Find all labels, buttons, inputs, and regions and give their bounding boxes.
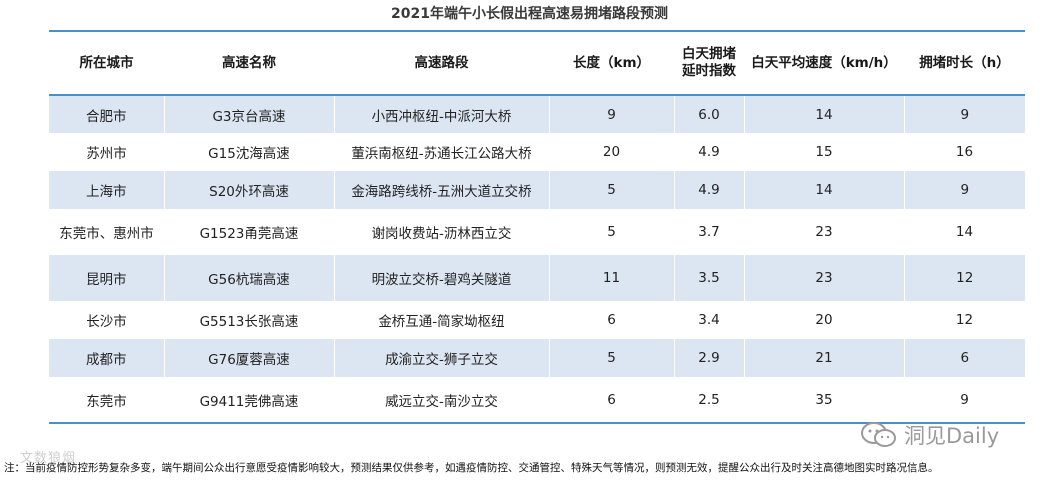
table-row: 上海市 S20外环高速 金海路跨线桥-五洲大道立交桥 5 4.9 14 9: [49, 171, 1025, 209]
cell-delay-index: 3.5: [673, 255, 744, 301]
cell-speed: 23: [743, 255, 904, 301]
cell-city: 苏州市: [86, 146, 127, 162]
cell-segment: 成渝立交-狮子立交: [333, 339, 549, 377]
table-row: 昆明市 G56杭瑞高速 明波立交桥-碧鸡关隧道 11 3.5 23 12: [49, 255, 1025, 301]
header-duration: 拥堵时长（h）: [919, 54, 1010, 71]
footnote: 注：当前疫情防控形势复杂多变，端午期间公众出行意愿受疫情影响较大，预测结果仅供参…: [4, 462, 939, 474]
table-title: 2021年端午小长假出程高速易拥堵路段预测: [391, 6, 668, 22]
cell-delay-index: 4.9: [673, 171, 744, 209]
cell-duration: 14: [955, 224, 974, 240]
cell-city: 长沙市: [86, 314, 127, 330]
cell-length: 5: [548, 339, 674, 377]
header-segment: 高速路段: [414, 54, 469, 71]
header-row: 所在城市 高速名称 高速路段 长度（km） 白天拥堵 延时指数 白天平均速度（k…: [49, 31, 1025, 95]
cell-length: 20: [602, 144, 621, 160]
cell-city: 昆明市: [86, 272, 127, 288]
cell-city: 上海市: [86, 184, 127, 200]
cell-speed: 14: [743, 95, 904, 133]
cell-delay-index: 4.9: [698, 144, 720, 160]
cell-city: 合肥市: [86, 108, 127, 125]
cell-delay-index: 3.4: [698, 312, 720, 328]
cell-segment: 谢岗收费站-沥林西立交: [371, 226, 512, 242]
table-row: 东莞市 G9411莞佛高速 威远立交-南沙立交 6 2.5 35 9: [49, 377, 1025, 423]
table-row: 成都市 G76厦蓉高速 成渝立交-狮子立交 5 2.9 21 6: [49, 339, 1025, 377]
cell-length: 6: [607, 391, 616, 408]
cell-segment: 明波立交桥-碧鸡关隧道: [333, 255, 549, 301]
header-highway: 高速名称: [222, 54, 276, 71]
wechat-logo-icon: [860, 421, 898, 449]
cell-highway: G9411莞佛高速: [199, 393, 299, 410]
cell-highway: G3京台高速: [163, 95, 334, 133]
cell-speed: 20: [815, 312, 833, 328]
cell-duration: 16: [955, 144, 974, 160]
cell-delay-index: 2.9: [673, 339, 744, 377]
cell-speed: 14: [743, 171, 904, 209]
header-city: 所在城市: [79, 54, 134, 71]
watermark: 洞见Daily: [860, 420, 999, 450]
header-length: 长度（km）: [572, 54, 651, 71]
cell-segment: 金海路跨线桥-五洲大道立交桥: [333, 171, 549, 209]
cell-segment: 小西冲枢纽-中派河大桥: [333, 95, 549, 133]
cell-speed: 23: [815, 224, 833, 240]
congestion-table: 所在城市 高速名称 高速路段 长度（km） 白天拥堵 延时指数 白天平均速度（k…: [49, 30, 1025, 424]
cell-city: 成都市: [86, 352, 127, 368]
cell-highway: S20外环高速: [163, 171, 334, 209]
cell-segment: 威远立交-南沙立交: [385, 393, 498, 410]
cell-speed: 21: [743, 339, 904, 377]
cell-duration: 9: [903, 95, 1025, 133]
cell-segment: 金桥互通-简家坳枢纽: [378, 314, 505, 330]
cell-duration: 9: [903, 171, 1025, 209]
cell-length: 5: [607, 224, 616, 240]
cell-highway: G76厦蓉高速: [163, 339, 334, 377]
cell-duration: 12: [955, 312, 974, 328]
cell-city: 东莞市: [86, 393, 127, 410]
cell-duration: 9: [960, 391, 969, 408]
table-row: 苏州市 G15沈海高速 董浜南枢纽-苏通长江公路大桥 20 4.9 15 16: [49, 133, 1025, 171]
cell-speed: 15: [815, 144, 833, 160]
cell-segment: 董浜南枢纽-苏通长江公路大桥: [351, 146, 532, 162]
cell-duration: 12: [903, 255, 1025, 301]
cell-speed: 35: [815, 391, 833, 408]
cell-length: 9: [548, 95, 674, 133]
header-delay-index: 白天拥堵 延时指数: [682, 46, 736, 79]
table-row: 东莞市、惠州市 G1523甬莞高速 谢岗收费站-沥林西立交 5 3.7 23 1…: [49, 209, 1025, 255]
header-speed: 白天平均速度（km/h）: [751, 54, 897, 71]
cell-length: 6: [607, 312, 616, 328]
cell-duration: 6: [903, 339, 1025, 377]
cell-highway: G15沈海高速: [208, 146, 290, 162]
cell-delay-index: 3.7: [698, 224, 720, 240]
cell-delay-index: 6.0: [673, 95, 744, 133]
cell-delay-index: 2.5: [698, 391, 720, 408]
cell-highway: G56杭瑞高速: [163, 255, 334, 301]
cell-highway: G1523甬莞高速: [199, 226, 299, 242]
table-row: 长沙市 G5513长张高速 金桥互通-简家坳枢纽 6 3.4 20 12: [49, 301, 1025, 339]
table-row: 合肥市 G3京台高速 小西冲枢纽-中派河大桥 9 6.0 14 9: [49, 95, 1025, 133]
cell-highway: G5513长张高速: [199, 314, 299, 330]
cell-length: 5: [548, 171, 674, 209]
cell-length: 11: [548, 255, 674, 301]
watermark-text: 洞见Daily: [904, 424, 1000, 448]
cell-city: 东莞市、惠州市: [59, 226, 154, 242]
